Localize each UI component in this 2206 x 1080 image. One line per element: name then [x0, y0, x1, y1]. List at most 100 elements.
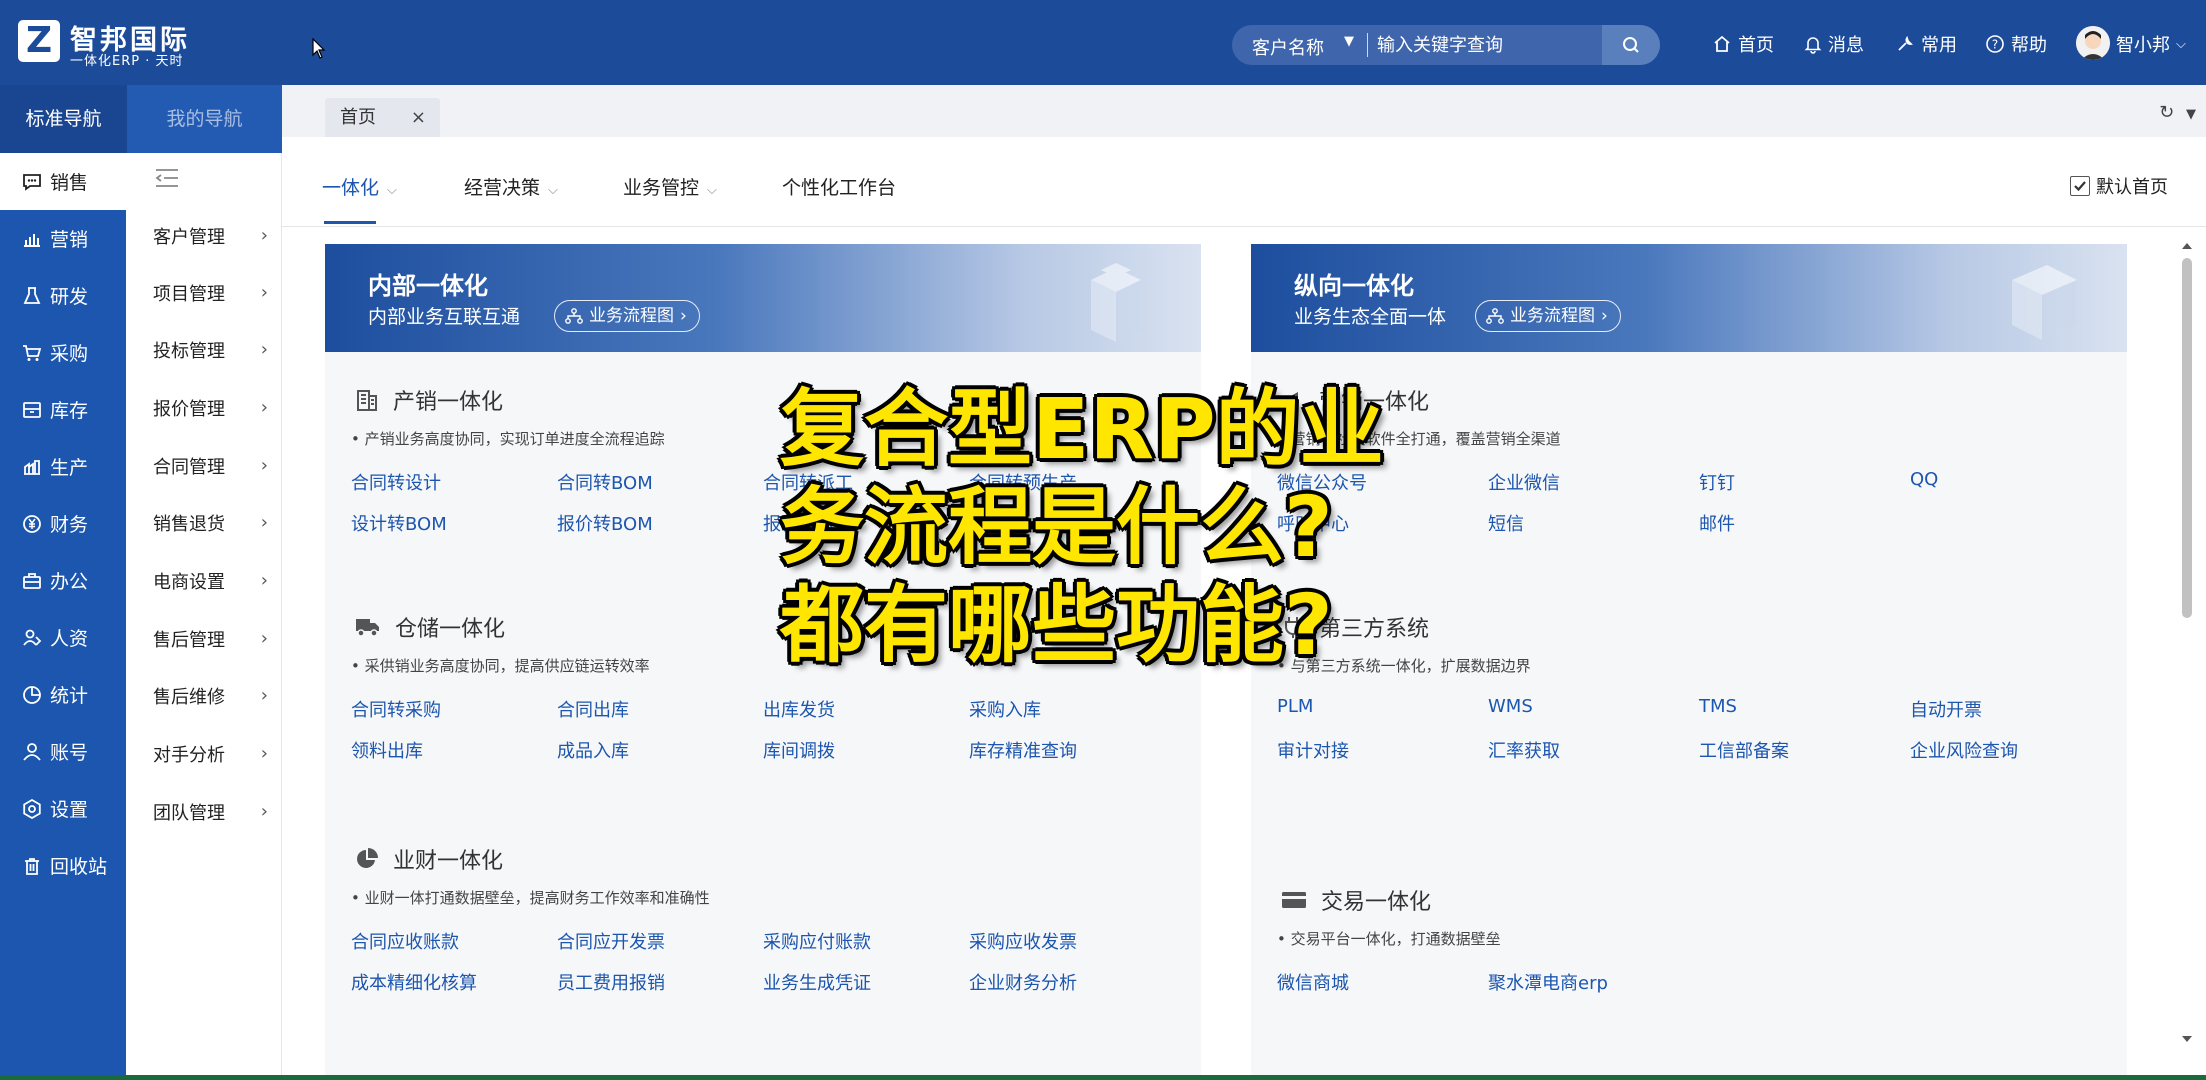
feature-link[interactable]: 合同应开发票 — [557, 928, 665, 954]
search-input[interactable] — [1377, 25, 1567, 65]
submenu-item[interactable]: 投标管理 › — [126, 321, 282, 378]
search-category-select[interactable]: 客户名称 — [1252, 34, 1324, 60]
group-header: 交易一体化 — [1281, 884, 1431, 916]
chevron-right-icon: › — [680, 306, 687, 326]
feature-link[interactable]: 库存精准查询 — [969, 737, 1077, 763]
nav-help-link[interactable]: ? 帮助 — [1985, 31, 2047, 57]
avatar[interactable] — [2076, 26, 2110, 60]
nav-common-link[interactable]: 常用 — [1895, 31, 1957, 57]
submenu-item[interactable]: 合同管理 › — [126, 437, 282, 494]
feature-link[interactable]: TMS — [1699, 696, 1737, 717]
sidebar-item-production[interactable]: 生产 — [0, 438, 126, 495]
submenu-item[interactable]: 销售退货 › — [126, 494, 282, 551]
content-tabs: 一体化 ⌵ 经营决策 ⌵ 业务管控 ⌵ 个性化工作台 默认首页 — [282, 137, 2206, 227]
sidebar-item-recycle[interactable]: 回收站 — [0, 837, 126, 894]
sidebar-item-account[interactable]: 账号 — [0, 723, 126, 780]
feature-link[interactable]: 钉钉 — [1699, 469, 1735, 495]
nav-messages-link[interactable]: 消息 — [1804, 31, 1864, 57]
submenu-item[interactable]: 电商设置 › — [126, 552, 282, 609]
feature-link[interactable]: 合同转BOM — [557, 469, 653, 495]
feature-link[interactable]: 自动开票 — [1910, 696, 1982, 722]
flow-chart-button[interactable]: 业务流程图 › — [1475, 300, 1621, 332]
sidebar-item-settings[interactable]: 设置 — [0, 780, 126, 837]
group-header: 业财一体化 — [355, 843, 503, 875]
feature-link[interactable]: 成本精细化核算 — [351, 969, 477, 995]
feature-link[interactable]: 工信部备案 — [1699, 737, 1789, 763]
tab-standard-nav[interactable]: 标准导航 — [0, 85, 127, 153]
default-home-checkbox[interactable]: 默认首页 — [2070, 173, 2168, 199]
sidebar-item-statistics[interactable]: 统计 — [0, 666, 126, 723]
feature-link[interactable]: 微信商城 — [1277, 969, 1349, 995]
feature-link[interactable]: 审计对接 — [1277, 737, 1349, 763]
close-icon[interactable]: × — [411, 98, 426, 137]
sidebar-item-office[interactable]: 办公 — [0, 552, 126, 609]
caption-line: 都有哪些功能? — [780, 576, 1333, 674]
sidebar-item-marketing[interactable]: 营销 — [0, 210, 126, 267]
feature-link[interactable]: 采购应付账款 — [763, 928, 871, 954]
feature-link[interactable]: 合同出库 — [557, 696, 629, 722]
sidebar-item-finance[interactable]: 财务 — [0, 495, 126, 552]
collapse-menu-icon[interactable] — [154, 167, 180, 193]
tab-my-nav[interactable]: 我的导航 — [127, 85, 282, 153]
feature-link[interactable]: 领料出库 — [351, 737, 423, 763]
feature-link[interactable]: 汇率获取 — [1488, 737, 1560, 763]
sidebar-item-rnd[interactable]: 研发 — [0, 267, 126, 324]
feature-link[interactable]: 合同转采购 — [351, 696, 441, 722]
tab-integration[interactable]: 一体化 ⌵ — [322, 173, 397, 200]
feature-link[interactable]: 设计转BOM — [351, 510, 447, 536]
feature-link[interactable]: 出库发货 — [763, 696, 835, 722]
sidebar-item-label: 营销 — [50, 229, 89, 251]
feature-link[interactable]: 报价转BOM — [557, 510, 653, 536]
submenu-item[interactable]: 对手分析 › — [126, 725, 282, 782]
feature-link[interactable]: 员工费用报销 — [557, 969, 665, 995]
user-icon — [23, 742, 41, 761]
sidebar-item-sales[interactable]: 销售 — [0, 153, 126, 210]
scroll-down-icon[interactable] — [2180, 1033, 2194, 1045]
submenu-item[interactable]: 团队管理 › — [126, 783, 282, 840]
feature-link[interactable]: 采购应收发票 — [969, 928, 1077, 954]
chevron-right-icon: › — [260, 397, 268, 418]
feature-link[interactable]: 企业风险查询 — [1910, 737, 2018, 763]
sidebar-item-hr[interactable]: 人资 — [0, 609, 126, 666]
feature-link[interactable]: 成品入库 — [557, 737, 629, 763]
tab-personal-workbench[interactable]: 个性化工作台 — [782, 173, 896, 200]
scroll-up-icon[interactable] — [2180, 240, 2194, 252]
refresh-icon[interactable]: ↻ — [2159, 102, 2174, 123]
tab-business-decision[interactable]: 经营决策 ⌵ — [464, 173, 558, 200]
submenu-item[interactable]: 项目管理 › — [126, 264, 282, 321]
feature-link[interactable]: 企业财务分析 — [969, 969, 1077, 995]
feature-link[interactable]: 聚水潭电商erp — [1488, 969, 1608, 995]
tab-home[interactable]: 首页 × — [325, 98, 440, 137]
feature-link[interactable]: QQ — [1910, 469, 1938, 490]
submenu-item[interactable]: 客户管理 › — [126, 207, 282, 264]
sidebar-item-purchase[interactable]: 采购 — [0, 324, 126, 381]
tab-integration-label: 一体化 — [322, 177, 380, 199]
chevron-right-icon: › — [260, 743, 268, 764]
user-menu[interactable]: 智小邦 ⌵ — [2116, 31, 2186, 57]
scrollbar-thumb[interactable] — [2182, 258, 2192, 618]
sidebar-item-inventory[interactable]: 库存 — [0, 381, 126, 438]
flask-icon — [23, 286, 41, 304]
sidebar-item-label: 库存 — [50, 400, 89, 422]
feature-link[interactable]: 合同转设计 — [351, 469, 441, 495]
feature-link[interactable]: PLM — [1277, 696, 1313, 717]
tab-business-control[interactable]: 业务管控 ⌵ — [623, 173, 717, 200]
feature-link[interactable]: 合同应收账款 — [351, 928, 459, 954]
logo-icon[interactable]: Z — [18, 20, 60, 62]
nav-home-link[interactable]: 首页 — [1712, 31, 1774, 57]
feature-link[interactable]: 邮件 — [1699, 510, 1735, 536]
feature-link[interactable]: 业务生成凭证 — [763, 969, 871, 995]
feature-link[interactable]: 采购入库 — [969, 696, 1041, 722]
search-button[interactable] — [1602, 25, 1660, 65]
caret-down-icon[interactable]: ▼ — [2186, 107, 2196, 122]
caret-down-icon[interactable]: ▼ — [1344, 34, 1354, 49]
group-title: 仓储一体化 — [395, 617, 506, 642]
submenu-item[interactable]: 售后管理 › — [126, 610, 282, 667]
building-icon — [357, 390, 377, 411]
submenu-item-label: 对手分析 — [153, 744, 225, 766]
flow-chart-button[interactable]: 业务流程图 › — [554, 300, 700, 332]
feature-link[interactable]: 库间调拨 — [763, 737, 835, 763]
submenu-item[interactable]: 报价管理 › — [126, 379, 282, 436]
submenu-item[interactable]: 售后维修 › — [126, 667, 282, 724]
feature-link[interactable]: WMS — [1488, 696, 1533, 717]
